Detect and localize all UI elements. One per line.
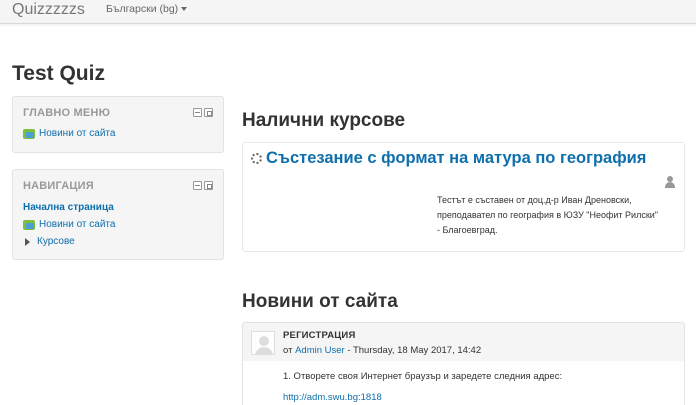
nav-item-site-news[interactable]: Новини от сайта [23, 219, 115, 230]
site-news-heading: Новини от сайта [242, 291, 398, 312]
course-card: Състезание с формат на матура по географ… [242, 142, 685, 252]
news-icon [23, 128, 35, 139]
post-body: 1. Отворете своя Интернет браузър и заре… [243, 361, 684, 405]
main-menu-block-title: ГЛАВНО МЕНЮ [23, 107, 111, 119]
avatar[interactable] [251, 331, 275, 355]
dock-block-icon[interactable] [204, 181, 213, 190]
main-menu-item-label: Новини от сайта [39, 128, 116, 139]
course-summary: Тестът е съставен от доц.д-р Иван Дренов… [437, 193, 682, 238]
navigation-block-title: НАВИГАЦИЯ [23, 180, 94, 192]
page-title: Test Quiz [12, 62, 105, 85]
post-body-link[interactable]: http://adm.swu.bg:1818 [283, 392, 382, 403]
post-author-line: от Admin User - Thursday, 18 May 2017, 1… [283, 345, 481, 356]
nav-item-courses[interactable]: Курсове [23, 236, 75, 247]
main-menu-block: ГЛАВНО МЕНЮ Новини от сайта [12, 96, 224, 153]
news-icon [23, 219, 35, 230]
site-brand[interactable]: Quizzzzzs [12, 0, 85, 24]
nav-item-label: Начална страница [23, 202, 114, 213]
post-body-text: 1. Отворете своя Интернет браузър и заре… [283, 371, 563, 382]
caret-down-icon [181, 7, 188, 12]
navigation-block-controls [193, 181, 213, 190]
post-author-link[interactable]: Admin User [295, 345, 345, 356]
language-menu[interactable]: Български (bg) [106, 0, 188, 24]
course-title-link[interactable]: Състезание с формат на матура по географ… [251, 149, 646, 168]
available-courses-heading: Налични курсове [242, 110, 406, 131]
course-icon [251, 153, 262, 164]
teacher-user-icon [664, 176, 676, 188]
course-summary-line: Тестът е съставен от доц.д-р Иван Дренов… [437, 195, 632, 205]
course-summary-line: - Благоевград. [437, 225, 498, 235]
navigation-block: НАВИГАЦИЯ Начална страница Новини от сай… [12, 169, 224, 260]
top-navbar: Quizzzzzs Български (bg) [0, 0, 696, 24]
collapse-block-icon[interactable] [193, 108, 202, 117]
main-menu-block-controls [193, 108, 213, 117]
nav-item-label: Новини от сайта [39, 219, 116, 230]
nav-item-home[interactable]: Начална страница [23, 202, 114, 213]
post-date: - Thursday, 18 May 2017, 14:42 [347, 345, 482, 356]
dock-block-icon[interactable] [204, 108, 213, 117]
course-title-text: Състезание с формат на матура по географ… [266, 149, 647, 167]
news-post: РЕГИСТРАЦИЯ от Admin User - Thursday, 18… [242, 322, 685, 405]
post-author-prefix: от [283, 345, 293, 356]
language-menu-label: Български (bg) [106, 3, 179, 15]
collapse-block-icon[interactable] [193, 181, 202, 190]
post-subject: РЕГИСТРАЦИЯ [283, 330, 356, 341]
nav-item-label: Курсове [37, 236, 75, 247]
main-menu-item-site-news[interactable]: Новини от сайта [23, 128, 115, 139]
expand-triangle-icon[interactable] [25, 237, 30, 246]
course-summary-line: преподавател по география в ЮЗУ "Неофит … [437, 210, 658, 220]
